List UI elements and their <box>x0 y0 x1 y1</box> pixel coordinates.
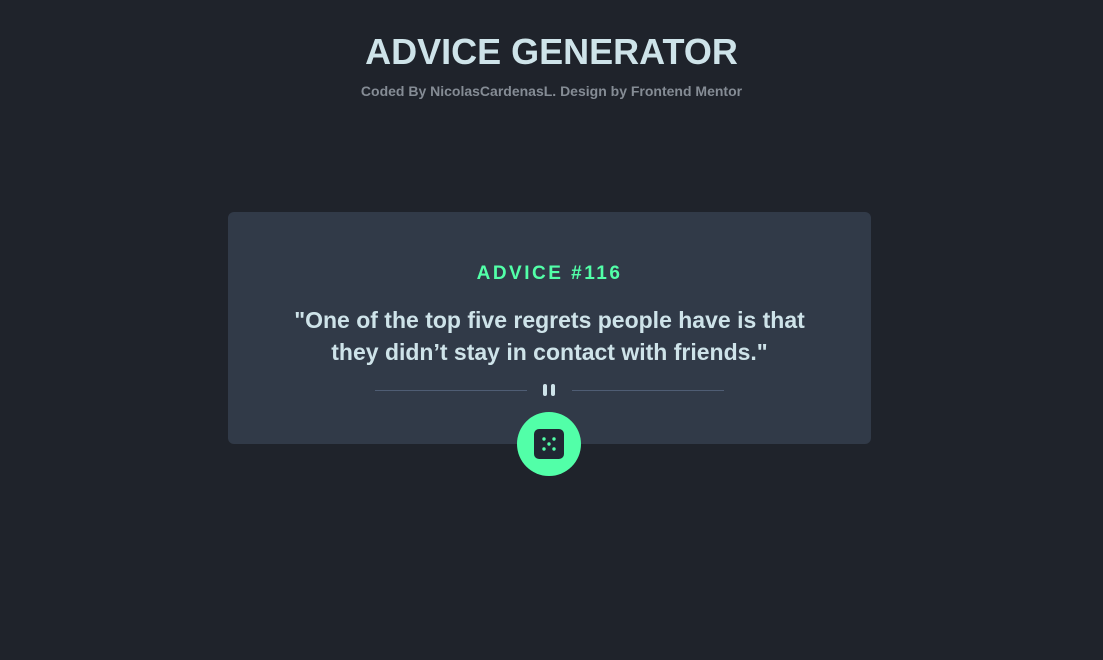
page-header: ADVICE GENERATOR Coded By NicolasCardena… <box>0 30 1103 100</box>
divider-line-left <box>375 390 527 391</box>
dice-icon <box>534 429 564 459</box>
advice-number: ADVICE #116 <box>476 263 623 284</box>
attribution-text: Coded By NicolasCardenasL. Design by Fro… <box>360 83 743 99</box>
divider <box>375 382 724 398</box>
advice-card: ADVICE #116 "One of the top five regrets… <box>228 212 871 476</box>
divider-line-right <box>572 390 724 391</box>
pause-icon <box>541 384 557 396</box>
page-title: ADVICE GENERATOR <box>365 31 738 72</box>
advice-quote: "One of the top five regrets people have… <box>294 307 805 365</box>
generate-advice-button[interactable] <box>517 412 581 476</box>
